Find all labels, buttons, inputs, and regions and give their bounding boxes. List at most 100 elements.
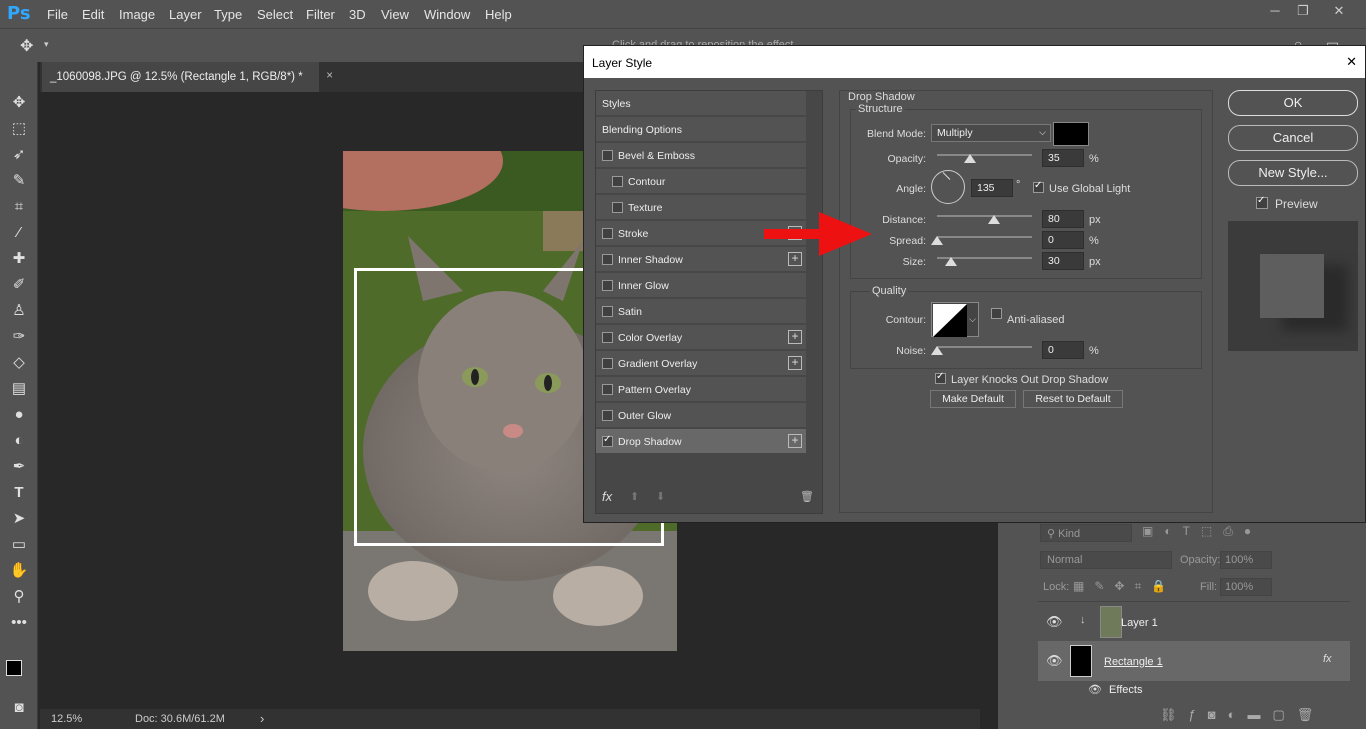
blend-mode-select[interactable]: Normal xyxy=(1040,551,1172,569)
move-down-icon[interactable]: ⬇ xyxy=(656,490,665,503)
style-item-checkbox[interactable] xyxy=(602,150,613,161)
minimize-icon[interactable]: ─ xyxy=(1266,3,1284,21)
style-item-gradient-overlay[interactable]: Gradient Overlay + xyxy=(596,351,806,376)
history-brush-tool-icon[interactable]: ✑ xyxy=(9,327,29,347)
blend-mode-select[interactable]: Multiply ⌵ xyxy=(931,124,1051,142)
distance-slider[interactable] xyxy=(937,215,1032,217)
stamp-tool-icon[interactable]: ♙ xyxy=(9,301,29,321)
layer-name[interactable]: Layer 1 xyxy=(1121,617,1158,629)
rectangle-tool-icon[interactable]: ▭ xyxy=(9,535,29,555)
use-global-light-checkbox[interactable] xyxy=(1033,180,1044,193)
visibility-eye-icon[interactable]: 👁 xyxy=(1046,614,1063,630)
pen-tool-icon[interactable]: ✒ xyxy=(9,457,29,477)
move-tool-icon[interactable]: ✥ xyxy=(20,36,33,56)
eraser-tool-icon[interactable]: ◇ xyxy=(9,353,29,373)
zoom-level[interactable]: 12.5% xyxy=(51,713,82,725)
gradient-tool-icon[interactable]: ▤ xyxy=(9,379,29,399)
blending-options-item[interactable]: Blending Options xyxy=(596,117,806,142)
menu-layer[interactable]: Layer xyxy=(169,7,202,22)
restore-icon[interactable]: ❐ xyxy=(1294,3,1312,21)
add-effect-icon[interactable]: + xyxy=(788,356,802,370)
style-item-checkbox[interactable] xyxy=(602,410,613,421)
reset-default-button[interactable]: Reset to Default xyxy=(1023,390,1123,408)
distance-slider-thumb[interactable] xyxy=(988,215,1000,224)
anti-aliased-checkbox[interactable] xyxy=(991,308,1002,319)
style-item-drop-shadow[interactable]: Drop Shadow + xyxy=(596,429,806,454)
quick-select-tool-icon[interactable]: ✎ xyxy=(9,171,29,191)
style-item-outer-glow[interactable]: Outer Glow xyxy=(596,403,806,428)
menu-3d[interactable]: 3D xyxy=(349,7,366,22)
style-item-contour[interactable]: Contour xyxy=(596,169,806,194)
foreground-color-swatch[interactable] xyxy=(6,660,22,676)
opacity-field[interactable]: 35 xyxy=(1042,149,1084,167)
status-arrow-icon[interactable]: › xyxy=(260,711,264,726)
noise-slider[interactable] xyxy=(937,346,1032,348)
close-icon[interactable]: ✕ xyxy=(1346,54,1357,70)
type-tool-icon[interactable]: T xyxy=(9,483,29,503)
preview-checkbox[interactable] xyxy=(1256,195,1268,209)
menu-help[interactable]: Help xyxy=(485,7,512,22)
quick-mask-icon[interactable]: ◙ xyxy=(9,698,29,718)
style-item-checkbox[interactable] xyxy=(602,306,613,317)
menu-image[interactable]: Image xyxy=(119,7,155,22)
dodge-tool-icon[interactable]: ◐ xyxy=(9,431,29,451)
layer-name[interactable]: Rectangle 1 xyxy=(1104,656,1163,668)
fx-badge[interactable]: fx xyxy=(1323,653,1332,665)
contour-picker[interactable]: ⌵ xyxy=(931,302,979,337)
menu-filter[interactable]: Filter xyxy=(306,7,335,22)
lock-icons[interactable]: ▦✎✥⌗🔒 xyxy=(1073,579,1176,594)
chevron-down-icon[interactable]: ▾ xyxy=(44,39,49,50)
menu-edit[interactable]: Edit xyxy=(82,7,104,22)
move-tool-icon[interactable]: ✥ xyxy=(9,93,29,113)
close-tab-icon[interactable]: × xyxy=(326,70,333,82)
blur-tool-icon[interactable]: ● xyxy=(9,405,29,425)
opacity-slider[interactable] xyxy=(937,154,1032,156)
make-default-button[interactable]: Make Default xyxy=(930,390,1016,408)
knocks-out-checkbox[interactable] xyxy=(935,371,946,384)
menu-select[interactable]: Select xyxy=(257,7,293,22)
layer-fill-field[interactable]: 100% xyxy=(1220,578,1272,596)
effects-row[interactable]: 👁 Effects xyxy=(1088,683,1142,696)
add-effect-icon[interactable]: + xyxy=(788,434,802,448)
zoom-tool-icon[interactable]: ⚲ xyxy=(9,587,29,607)
noise-field[interactable]: 0 xyxy=(1042,341,1084,359)
close-window-icon[interactable]: ✕ xyxy=(1330,3,1348,21)
spread-slider-thumb[interactable] xyxy=(931,236,943,245)
lasso-tool-icon[interactable]: ➶ xyxy=(9,145,29,165)
style-item-checkbox[interactable] xyxy=(612,176,623,187)
menu-file[interactable]: File xyxy=(47,7,68,22)
style-item-checkbox[interactable] xyxy=(602,254,613,265)
menu-type[interactable]: Type xyxy=(214,7,242,22)
style-item-checkbox[interactable] xyxy=(612,202,623,213)
marquee-tool-icon[interactable]: ⬚ xyxy=(9,119,29,139)
size-slider-thumb[interactable] xyxy=(945,257,958,266)
crop-tool-icon[interactable]: ⌗ xyxy=(9,197,29,217)
menu-window[interactable]: Window xyxy=(424,7,470,22)
size-field[interactable]: 30 xyxy=(1042,252,1084,270)
style-item-pattern-overlay[interactable]: Pattern Overlay xyxy=(596,377,806,402)
layer-filter-icons[interactable]: ▣◐T⬚⎙● xyxy=(1142,524,1262,539)
eyedropper-tool-icon[interactable]: ⁄ xyxy=(9,223,29,243)
move-up-icon[interactable]: ⬆ xyxy=(630,490,639,503)
shadow-color-swatch[interactable] xyxy=(1053,122,1089,146)
healing-brush-tool-icon[interactable]: ✚ xyxy=(9,249,29,269)
ok-button[interactable]: OK xyxy=(1228,90,1358,116)
visibility-eye-icon[interactable]: 👁 xyxy=(1046,653,1063,669)
style-item-checkbox[interactable] xyxy=(602,434,613,447)
style-item-checkbox[interactable] xyxy=(602,280,613,291)
style-item-checkbox[interactable] xyxy=(602,358,613,369)
spread-field[interactable]: 0 xyxy=(1042,231,1084,249)
opacity-slider-thumb[interactable] xyxy=(964,154,977,163)
noise-slider-thumb[interactable] xyxy=(931,346,943,355)
fx-menu-icon[interactable]: fx xyxy=(602,489,612,504)
style-item-inner-glow[interactable]: Inner Glow xyxy=(596,273,806,298)
distance-field[interactable]: 80 xyxy=(1042,210,1084,228)
brush-tool-icon[interactable]: ✐ xyxy=(9,275,29,295)
add-effect-icon[interactable]: + xyxy=(788,330,802,344)
angle-field[interactable]: 135 xyxy=(971,179,1013,197)
cancel-button[interactable]: Cancel xyxy=(1228,125,1358,151)
spread-slider[interactable] xyxy=(937,236,1032,238)
document-tab[interactable]: _1060098.JPG @ 12.5% (Rectangle 1, RGB/8… xyxy=(42,62,333,92)
layer-panel-buttons[interactable]: ⛓ƒ◙◐▬▢🗑 xyxy=(1160,707,1325,723)
menu-view[interactable]: View xyxy=(381,7,409,22)
